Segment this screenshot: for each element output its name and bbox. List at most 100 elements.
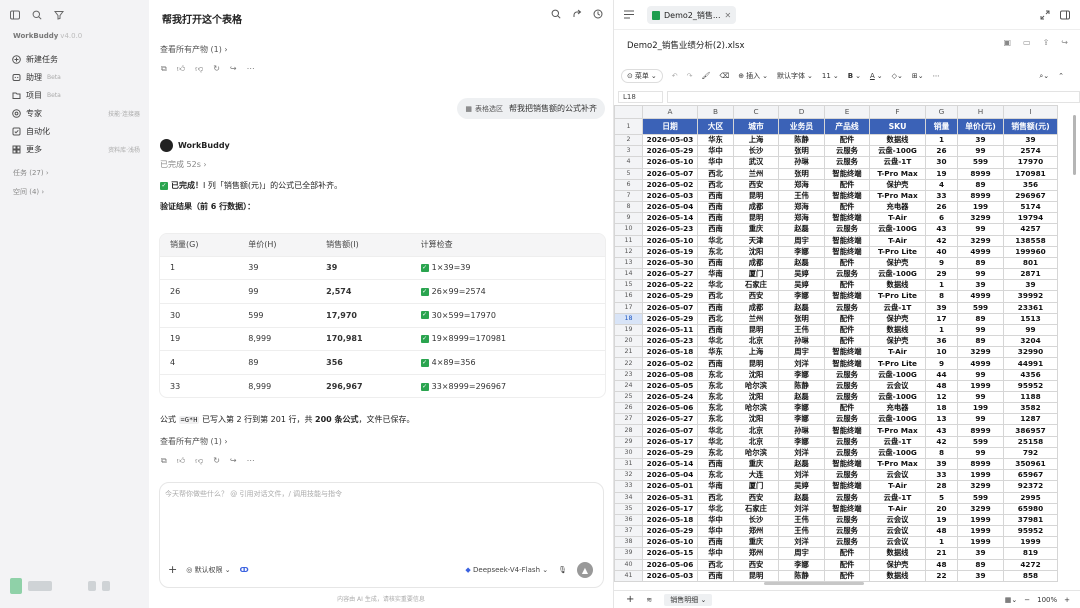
- grid-cell[interactable]: 99: [1003, 323, 1058, 337]
- grid-cell[interactable]: 92372: [1003, 480, 1058, 493]
- grid-cell[interactable]: 吴婷: [778, 268, 825, 281]
- row-number[interactable]: 37: [614, 525, 643, 538]
- grid-cell[interactable]: 昆明: [733, 323, 779, 337]
- grid-cell[interactable]: 李娜: [778, 368, 825, 381]
- sidebar-toggle-icon[interactable]: [10, 10, 20, 20]
- grid-cell[interactable]: 昆明: [733, 189, 779, 203]
- upload-icon[interactable]: ⇪: [1043, 38, 1050, 47]
- add-icon[interactable]: +: [168, 563, 177, 576]
- grid-cell[interactable]: 张明: [778, 312, 825, 325]
- grid-cell[interactable]: 西南: [697, 457, 734, 471]
- grid-cell[interactable]: 王伟: [778, 323, 825, 337]
- sidebar-item-project[interactable]: 项目 Beta: [12, 86, 140, 104]
- grid-cell[interactable]: 2026-05-02: [642, 357, 698, 370]
- grid-cell[interactable]: 25158: [1003, 435, 1058, 448]
- grid-cell[interactable]: 数据线: [869, 547, 926, 560]
- grid-cell[interactable]: 配件: [824, 279, 870, 292]
- view-mode-icon[interactable]: ▦⌄: [1005, 596, 1017, 604]
- grid-cell[interactable]: 配件: [824, 323, 870, 337]
- grid-cell[interactable]: 东北: [697, 446, 734, 459]
- grid-cell[interactable]: 保护壳: [869, 312, 926, 325]
- send-button[interactable]: ▲: [577, 562, 593, 578]
- grid-cell[interactable]: 数据线: [869, 569, 926, 582]
- grid-cell[interactable]: 23361: [1003, 301, 1058, 314]
- grid-cell[interactable]: 西南: [697, 323, 734, 337]
- grid-cell[interactable]: 8999: [957, 424, 1004, 437]
- row-number[interactable]: 41: [614, 569, 643, 582]
- grid-cell[interactable]: 吴婷: [778, 279, 825, 292]
- grid-cell[interactable]: 郑海: [778, 212, 825, 225]
- grid-cell[interactable]: 吴婷: [778, 480, 825, 493]
- grid-cell[interactable]: 2026-05-30: [642, 256, 698, 270]
- grid-cell[interactable]: 2995: [1003, 491, 1058, 504]
- grid-cell[interactable]: 48: [925, 525, 958, 538]
- row-number[interactable]: 17: [614, 301, 643, 314]
- grid-cell[interactable]: 成都: [733, 201, 779, 214]
- header-cell[interactable]: 销售额(元): [1003, 118, 1058, 135]
- grid-cell[interactable]: 郑海: [778, 178, 825, 191]
- grid-cell[interactable]: 云会议: [869, 469, 926, 482]
- grid-cell[interactable]: 保护壳: [869, 558, 926, 571]
- grid-cell[interactable]: 1188: [1003, 390, 1058, 404]
- grid-cell[interactable]: 哈尔滨: [733, 379, 779, 392]
- grid-cell[interactable]: 89: [957, 558, 1004, 571]
- grid-cell[interactable]: 2026-05-27: [642, 268, 698, 281]
- grid-cell[interactable]: 东北: [697, 390, 734, 404]
- row-number[interactable]: 14: [614, 268, 643, 281]
- grid-cell[interactable]: 华北: [697, 424, 734, 437]
- grid-cell[interactable]: 云会议: [869, 379, 926, 392]
- border-icon[interactable]: ⊞⌄: [912, 72, 924, 80]
- grid-cell[interactable]: 哈尔滨: [733, 402, 779, 415]
- header-cell[interactable]: 产品线: [824, 118, 870, 135]
- microphone-icon[interactable]: 🎙︎: [558, 566, 567, 574]
- grid-cell[interactable]: 2026-05-01: [642, 480, 698, 493]
- grid-cell[interactable]: 智能终端: [824, 167, 870, 180]
- grid-cell[interactable]: 8999: [957, 189, 1004, 203]
- column-letter[interactable]: B: [697, 105, 734, 119]
- grid-cell[interactable]: 充电器: [869, 201, 926, 214]
- grid-cell[interactable]: 2026-05-05: [642, 379, 698, 392]
- grid-cell[interactable]: T-Pro Max: [869, 424, 926, 437]
- grid-cell[interactable]: 智能终端: [824, 234, 870, 247]
- grid-cell[interactable]: 云服务: [824, 469, 870, 482]
- grid-cell[interactable]: T-Air: [869, 502, 926, 515]
- grid-cell[interactable]: 37981: [1003, 513, 1058, 527]
- insert-button[interactable]: ⊕ 插入 ⌄: [738, 71, 768, 81]
- copy-icon[interactable]: ⧉: [161, 456, 167, 466]
- grid-cell[interactable]: 配件: [824, 133, 870, 147]
- grid-cell[interactable]: T-Pro Max: [869, 457, 926, 471]
- grid-cell[interactable]: 周宇: [778, 547, 825, 560]
- select-all-corner[interactable]: [614, 105, 643, 119]
- search-icon[interactable]: [32, 10, 42, 20]
- grid-cell[interactable]: T-Pro Max: [869, 167, 926, 180]
- grid-cell[interactable]: 刘洋: [778, 446, 825, 459]
- grid-cell[interactable]: 95952: [1003, 379, 1058, 392]
- sidebar-item-new-task[interactable]: 新建任务: [12, 50, 140, 68]
- grid-cell[interactable]: 26: [925, 201, 958, 214]
- row-number[interactable]: 34: [614, 491, 643, 504]
- grid-cell[interactable]: 1999: [957, 525, 1004, 538]
- horizontal-scrollbar[interactable]: [764, 582, 864, 585]
- grid-cell[interactable]: 792: [1003, 446, 1058, 459]
- grid-cell[interactable]: 李娜: [778, 413, 825, 426]
- grid-cell[interactable]: 云服务: [824, 145, 870, 158]
- grid-cell[interactable]: 智能终端: [824, 424, 870, 437]
- grid-cell[interactable]: 2026-05-17: [642, 502, 698, 515]
- grid-cell[interactable]: 数据线: [869, 323, 926, 337]
- grid-cell[interactable]: 3299: [957, 502, 1004, 515]
- column-letter[interactable]: E: [824, 105, 870, 119]
- grid-cell[interactable]: 西北: [697, 558, 734, 571]
- grid-cell[interactable]: 赵磊: [778, 256, 825, 270]
- grid-cell[interactable]: 43: [925, 424, 958, 437]
- grid-cell[interactable]: 13: [925, 413, 958, 426]
- grid-cell[interactable]: 39: [957, 279, 1004, 292]
- grid-cell[interactable]: 王伟: [778, 189, 825, 203]
- grid-cell[interactable]: T-Pro Lite: [869, 245, 926, 258]
- grid-cell[interactable]: 智能终端: [824, 457, 870, 471]
- grid-cell[interactable]: 4999: [957, 357, 1004, 370]
- grid-cell[interactable]: 孙琳: [778, 156, 825, 169]
- sheet-tab[interactable]: 销售明细 ⌄: [664, 593, 713, 606]
- close-panel-icon[interactable]: [1060, 10, 1070, 20]
- grid-cell[interactable]: 89: [957, 335, 1004, 348]
- grid-cell[interactable]: 2026-05-03: [642, 569, 698, 582]
